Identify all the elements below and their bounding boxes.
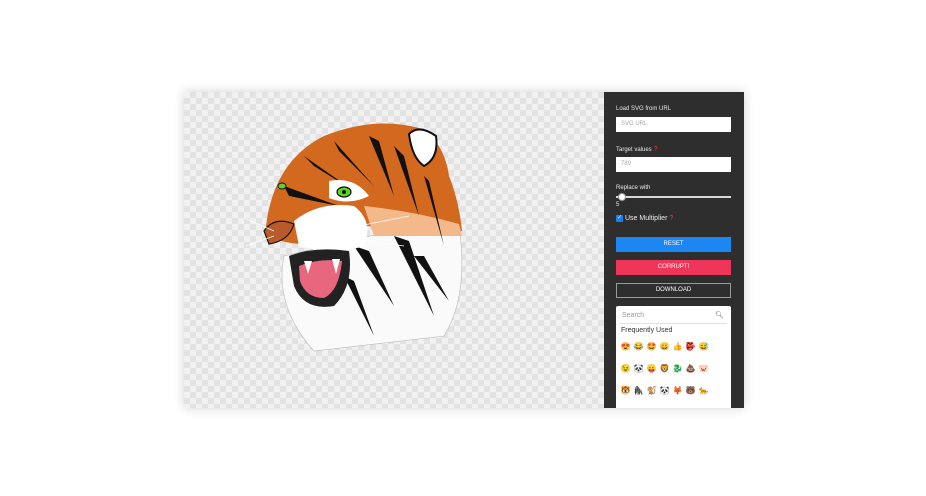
emoji-button[interactable]: 😅 (698, 341, 709, 352)
emoji-button[interactable]: 😉 (620, 363, 631, 374)
emoji-row: 😍 😂 🤩 😀 👍 👺 😅 (620, 341, 709, 352)
emoji-button[interactable]: 🤩 (646, 341, 657, 352)
tiger-illustration (244, 123, 463, 352)
help-icon[interactable]: ? (669, 215, 673, 222)
emoji-button[interactable]: 🐒 (646, 385, 657, 396)
reset-button[interactable]: RESET (616, 237, 731, 252)
emoji-button[interactable]: 😛 (646, 363, 657, 374)
emoji-row: 🐯 🦍 🐒 🐼 🦊 🐻 🐆 (620, 385, 709, 396)
emoji-row: 😉 🐼 😛 🦁 🐉 💩 🐷 (620, 363, 709, 374)
emoji-button[interactable]: 😀 (659, 341, 670, 352)
load-svg-label: Load SVG from URL (616, 106, 672, 112)
use-multiplier-label: Use Multiplier? (625, 215, 674, 222)
emoji-button[interactable]: 🐻 (685, 385, 696, 396)
help-icon[interactable]: ? (654, 146, 658, 153)
replace-slider[interactable] (616, 196, 731, 198)
emoji-button[interactable]: 😂 (633, 341, 644, 352)
emoji-button[interactable]: 🐷 (698, 363, 709, 374)
divider (620, 323, 727, 324)
emoji-button[interactable]: 👍 (672, 341, 683, 352)
emoji-button[interactable]: 🐯 (620, 385, 631, 396)
replace-with-label: Replace with (616, 185, 651, 191)
replace-value: 5 (616, 202, 620, 208)
frequently-used-title: Frequently Used (621, 327, 673, 334)
emoji-button[interactable]: 👺 (685, 341, 696, 352)
control-panel: Load SVG from URL SVG URL Target values?… (604, 92, 744, 408)
target-values-input[interactable]: 789 (616, 157, 731, 172)
emoji-button[interactable]: 🦍 (633, 385, 644, 396)
corrupt-button[interactable]: CORRUPT! (616, 260, 731, 275)
download-button[interactable]: DOWNLOAD (616, 283, 731, 298)
use-multiplier-checkbox[interactable]: ✓ (616, 215, 623, 222)
svg-canvas[interactable] (184, 92, 604, 408)
emoji-button[interactable]: 😍 (620, 341, 631, 352)
emoji-picker: Search 🔍︎ Frequently Used 😍 😂 🤩 😀 👍 👺 😅 … (616, 306, 731, 408)
emoji-button[interactable]: 🐼 (659, 385, 670, 396)
emoji-button[interactable]: 🐼 (633, 363, 644, 374)
emoji-search-input[interactable]: Search (622, 312, 644, 319)
svg-url-input[interactable]: SVG URL (616, 117, 731, 132)
emoji-button[interactable]: 🦁 (659, 363, 670, 374)
emoji-button[interactable]: 💩 (685, 363, 696, 374)
emoji-button[interactable]: 🐉 (672, 363, 683, 374)
emoji-button[interactable]: 🐆 (698, 385, 709, 396)
magnifier-icon: 🔍︎ (715, 312, 724, 319)
app-window: Load SVG from URL SVG URL Target values?… (184, 92, 744, 408)
target-values-label: Target values? (616, 146, 658, 153)
emoji-button[interactable]: 🦊 (672, 385, 683, 396)
replace-slider-thumb[interactable] (618, 193, 626, 201)
